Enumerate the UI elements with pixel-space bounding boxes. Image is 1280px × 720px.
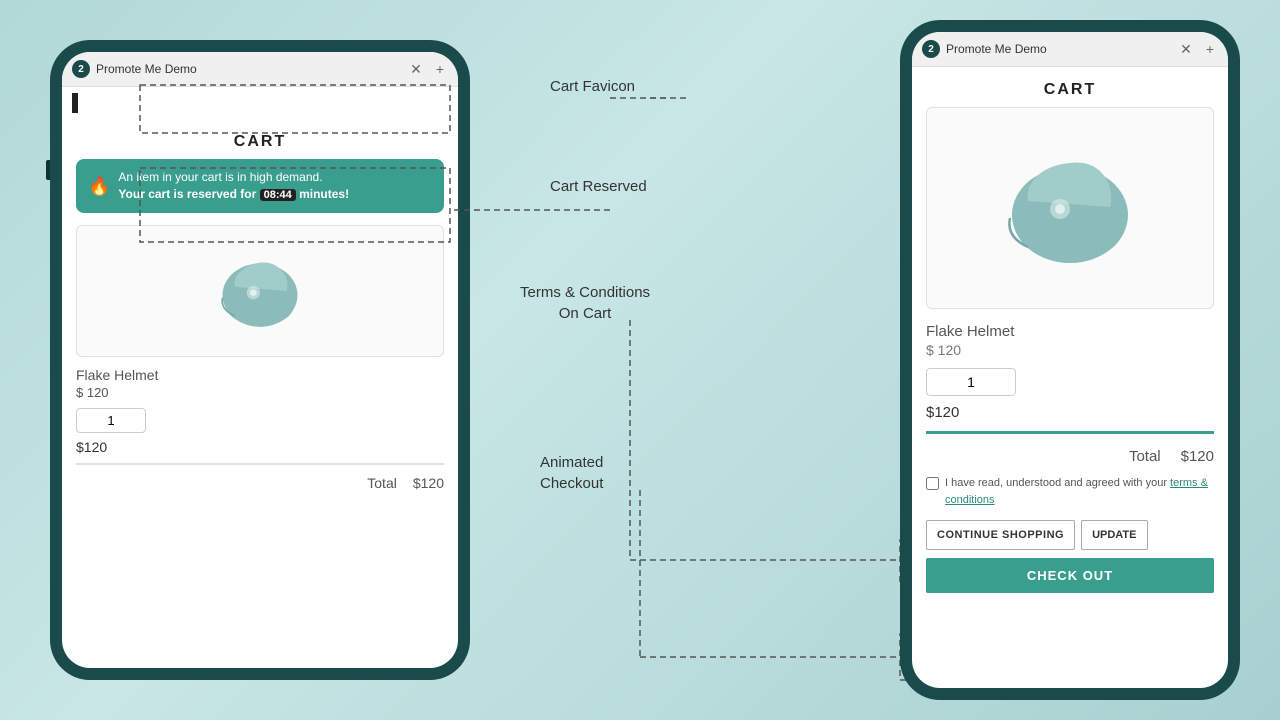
helmet-icon-right xyxy=(990,138,1150,278)
left-product-name: Flake Helmet xyxy=(76,367,444,383)
right-product-name: Flake Helmet xyxy=(926,323,1214,340)
right-qty-input[interactable]: 1 xyxy=(926,368,1016,396)
left-notch xyxy=(62,87,458,119)
right-tab-add[interactable]: + xyxy=(1202,41,1218,57)
left-qty-input[interactable]: 1 xyxy=(76,408,146,433)
terms-text: I have read, understood and agreed with … xyxy=(945,475,1214,508)
cart-reserved-label: Cart Reserved xyxy=(550,178,647,195)
right-tab-badge: 2 xyxy=(922,40,940,58)
left-tab-add[interactable]: + xyxy=(432,61,448,77)
right-cart-content: CART Flake Helmet $ 120 1 $120 xyxy=(912,67,1228,601)
action-buttons-row: CONTINUE SHOPPING UPDATE xyxy=(926,520,1214,550)
right-cart-title: CART xyxy=(926,75,1214,107)
left-total-label: Total xyxy=(367,475,397,491)
right-subtotal: $120 xyxy=(926,404,1214,421)
left-browser-bar: 2 Promote Me Demo ✕ + xyxy=(62,52,458,87)
right-tab-title: Promote Me Demo xyxy=(946,42,1170,56)
checkout-button[interactable]: CHECK OUT xyxy=(926,558,1214,593)
left-product-price: $ 120 xyxy=(76,385,444,400)
left-divider xyxy=(76,463,444,465)
terms-row: I have read, understood and agreed with … xyxy=(926,475,1214,508)
terms-checkbox[interactable] xyxy=(926,477,939,490)
demand-text: An item in your cart is in high demand. … xyxy=(118,169,349,203)
left-cart-content: CART 🔥 An item in your cart is in high d… xyxy=(62,119,458,503)
left-tab-close[interactable]: ✕ xyxy=(406,61,426,78)
left-cart-title: CART xyxy=(76,127,444,159)
demand-banner: 🔥 An item in your cart is in high demand… xyxy=(76,159,444,213)
right-divider xyxy=(926,431,1214,434)
left-subtotal: $120 xyxy=(76,439,444,455)
left-product-image xyxy=(76,225,444,357)
update-button[interactable]: UPDATE xyxy=(1081,520,1147,550)
left-phone: 2 Promote Me Demo ✕ + CART 🔥 An item in … xyxy=(50,40,470,680)
right-total-label: Total xyxy=(1129,448,1161,465)
left-total-value: $120 xyxy=(413,475,444,491)
cart-favicon-label: Cart Favicon xyxy=(550,78,635,95)
right-total-value: $120 xyxy=(1181,448,1214,465)
left-tab-badge: 2 xyxy=(72,60,90,78)
right-browser-bar: 2 Promote Me Demo ✕ + xyxy=(912,32,1228,67)
left-total-row: Total $120 xyxy=(76,471,444,495)
right-phone-screen: 2 Promote Me Demo ✕ + CART xyxy=(912,32,1228,688)
fire-icon: 🔥 xyxy=(88,174,110,199)
left-phone-screen: 2 Promote Me Demo ✕ + CART 🔥 An item in … xyxy=(62,52,458,668)
right-phone: 2 Promote Me Demo ✕ + CART xyxy=(900,20,1240,700)
right-tab-close[interactable]: ✕ xyxy=(1176,41,1196,58)
continue-shopping-button[interactable]: CONTINUE SHOPPING xyxy=(926,520,1075,550)
right-product-price: $ 120 xyxy=(926,342,1214,358)
animated-checkout-label: AnimatedCheckout xyxy=(540,452,603,494)
left-tab-title: Promote Me Demo xyxy=(96,62,400,76)
helmet-icon-left xyxy=(210,246,310,336)
right-total-row: Total $120 xyxy=(926,442,1214,475)
terms-conditions-label: Terms & ConditionsOn Cart xyxy=(520,282,650,324)
right-product-image xyxy=(926,107,1214,309)
